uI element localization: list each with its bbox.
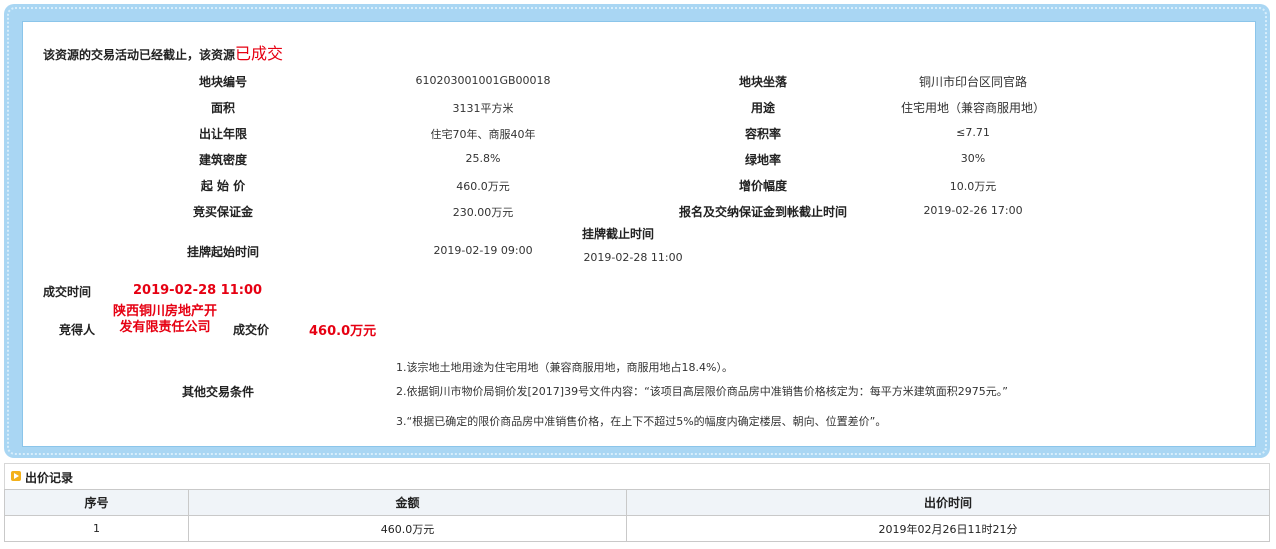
status-notice: 该资源的交易活动已经截止，该资源已成交 <box>43 40 283 64</box>
location-value: 铜川市印台区同官路 <box>918 75 1027 89</box>
deal-time-value: 2019-02-28 11:00 <box>133 283 263 298</box>
condition-item-1: 1.该宗地土地用途为住宅用地（兼容商服用地，商服用地占18.4%）。 <box>396 361 733 374</box>
listing-end-label: 挂牌截止时间 <box>581 227 654 241</box>
column-header-seq: 序号 <box>4 489 189 516</box>
parcel-no-label: 地块编号 <box>198 75 247 89</box>
arrow-right-icon <box>11 471 21 481</box>
row-amount: 460.0万元 <box>188 515 627 542</box>
deposit-deadline-value: 2019-02-26 17:00 <box>923 204 1023 217</box>
deal-price-value: 460.0万元 <box>309 324 377 339</box>
status-badge: 已成交 <box>235 44 284 63</box>
start-price-label: 起 始 价 <box>200 179 246 193</box>
green-label: 绿地率 <box>744 153 781 167</box>
far-label: 容积率 <box>744 127 781 141</box>
start-price-value: 460.0万元 <box>456 180 510 193</box>
far-value: ≤7.71 <box>956 126 990 139</box>
density-value: 25.8% <box>465 152 501 165</box>
area-value: 3131平方米 <box>452 102 514 115</box>
bid-records-title: 出价记录 <box>25 471 74 485</box>
winner-label: 竞得人 <box>59 323 96 337</box>
listing-end-value: 2019-02-28 11:00 <box>583 251 683 264</box>
area-label: 面积 <box>210 101 235 115</box>
row-time: 2019年02月26日11时21分 <box>626 515 1270 542</box>
green-value: 30% <box>960 152 986 165</box>
location-label: 地块坐落 <box>738 75 787 89</box>
other-conditions-label: 其他交易条件 <box>181 385 254 399</box>
listing-start-value: 2019-02-19 09:00 <box>433 244 533 257</box>
term-value: 住宅70年、商服40年 <box>430 128 536 141</box>
deposit-deadline-label: 报名及交纳保证金到帐截止时间 <box>678 205 847 219</box>
announcement-frame: 该资源的交易活动已经截止，该资源已成交 地块编号 610203001001GB0… <box>4 4 1270 458</box>
column-header-time: 出价时间 <box>626 489 1270 516</box>
condition-item-3: 3.“根据已确定的限价商品房中准销售价格，在上下不超过5%的幅度内确定楼层、朝向… <box>396 415 887 428</box>
deal-price-label: 成交价 <box>233 323 270 337</box>
density-label: 建筑密度 <box>198 153 247 167</box>
deposit-label: 竞买保证金 <box>192 205 253 219</box>
table-row: 1 460.0万元 2019年02月26日11时21分 <box>4 515 1270 542</box>
parcel-no-value: 610203001001GB00018 <box>415 74 551 87</box>
term-label: 出让年限 <box>198 127 247 141</box>
column-header-amount: 金额 <box>188 489 627 516</box>
deposit-value: 230.00万元 <box>452 206 514 219</box>
winner-value: 陕西铜川房地产开发有限责任公司 <box>113 304 218 335</box>
row-seq: 1 <box>4 515 189 542</box>
usage-value: 住宅用地（兼容商服用地） <box>900 101 1045 115</box>
bid-records-header: 出价记录 <box>4 463 1270 489</box>
increment-value: 10.0万元 <box>949 180 997 193</box>
deal-time-label: 成交时间 <box>43 285 92 299</box>
usage-label: 用途 <box>750 101 775 115</box>
table-header-row: 序号 金额 出价时间 <box>4 489 1270 516</box>
bid-records-table: 序号 金额 出价时间 1 460.0万元 2019年02月26日11时21分 <box>4 489 1270 542</box>
notice-text: 该资源的交易活动已经截止，该资源 <box>43 48 236 62</box>
condition-item-2: 2.依据铜川市物价局铜价发[2017]39号文件内容：“该项目高层限价商品房中准… <box>396 385 1008 398</box>
listing-start-label: 挂牌起始时间 <box>186 245 259 259</box>
increment-label: 增价幅度 <box>738 179 787 193</box>
announcement-panel: 该资源的交易活动已经截止，该资源已成交 地块编号 610203001001GB0… <box>22 21 1256 447</box>
